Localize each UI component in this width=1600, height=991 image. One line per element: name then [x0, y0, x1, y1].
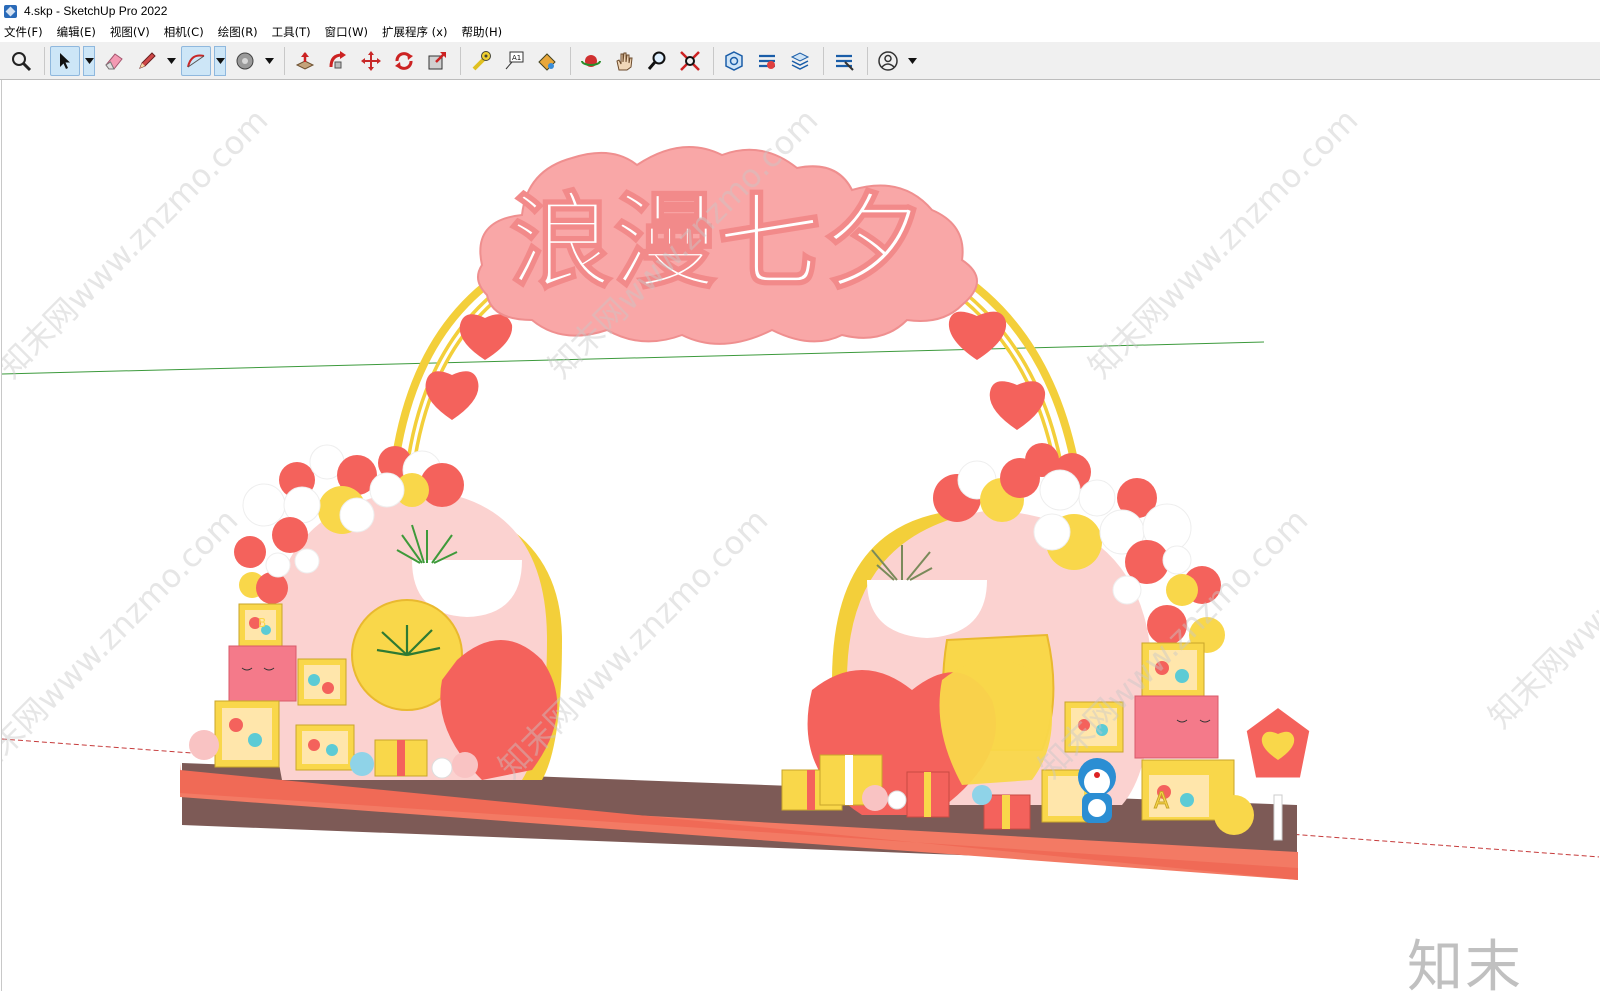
main-toolbar: A1	[0, 42, 1600, 80]
menu-draw[interactable]: 绘图(R)	[218, 24, 258, 40]
text-icon[interactable]: A1	[499, 46, 529, 76]
menu-tools[interactable]: 工具(T)	[272, 24, 311, 40]
warehouse-icon[interactable]	[719, 46, 749, 76]
follow-me-icon[interactable]	[323, 46, 353, 76]
eraser-icon[interactable]	[99, 46, 129, 76]
arc-dropdown-icon[interactable]	[214, 45, 226, 76]
select-dropdown-icon[interactable]	[83, 45, 95, 76]
menu-extensions[interactable]: 扩展程序 (x)	[382, 24, 447, 40]
green-axis-line	[2, 341, 1265, 375]
select-icon[interactable]	[50, 45, 80, 76]
toolbar-separator	[713, 46, 714, 75]
menu-view[interactable]: 视图(V)	[110, 24, 150, 40]
pencil-dropdown-icon[interactable]	[165, 46, 177, 76]
toolbar-separator	[460, 46, 461, 75]
menu-camera[interactable]: 相机(C)	[164, 24, 204, 40]
pan-icon[interactable]	[609, 46, 639, 76]
account-dropdown-icon[interactable]	[906, 46, 918, 76]
zoom-extents-icon[interactable]	[6, 46, 36, 76]
orbit-icon[interactable]	[576, 46, 606, 76]
svg-text:知末网www.znzmo.com: 知末网www.znzmo.com	[2, 101, 275, 386]
title-bar: 4.skp - SketchUp Pro 2022	[0, 0, 1600, 22]
sketchup-app-icon	[4, 4, 17, 18]
move-icon[interactable]	[356, 46, 386, 76]
box-letter: B	[258, 616, 266, 630]
window-title: 4.skp - SketchUp Pro 2022	[24, 4, 168, 18]
pencil-icon[interactable]	[132, 46, 162, 76]
scale-icon[interactable]	[422, 46, 452, 76]
menu-help[interactable]: 帮助(H)	[461, 24, 502, 40]
toolbar-separator	[44, 46, 45, 75]
style-builder-icon[interactable]	[829, 46, 859, 76]
svg-text:A1: A1	[512, 54, 521, 62]
zoom-window-icon[interactable]	[675, 46, 705, 76]
zoom-icon[interactable]	[642, 46, 672, 76]
menu-edit[interactable]: 编辑(E)	[57, 24, 96, 40]
toolbar-separator	[867, 46, 868, 75]
account-icon[interactable]	[873, 46, 903, 76]
box-letter: A	[1154, 789, 1169, 814]
tape-measure-icon[interactable]	[466, 46, 496, 76]
rotate-icon[interactable]	[389, 46, 419, 76]
toolbar-separator	[823, 46, 824, 75]
doraemon-figure	[1078, 758, 1116, 823]
extension-warehouse-icon[interactable]	[752, 46, 782, 76]
paint-icon[interactable]	[532, 46, 562, 76]
layout-icon[interactable]	[785, 46, 815, 76]
menu-file[interactable]: 文件(F)	[4, 24, 43, 40]
svg-text:知末网www.znzmo.com: 知末网www.znzmo.com	[1481, 451, 1599, 736]
menu-window[interactable]: 窗口(W)	[325, 24, 368, 40]
arc-icon[interactable]	[181, 45, 211, 76]
menu-bar: 文件(F) 编辑(E) 视图(V) 相机(C) 绘图(R) 工具(T) 窗口(W…	[0, 22, 1600, 42]
paint-bucket-icon[interactable]	[230, 46, 260, 76]
watermark-logo: 知末	[1407, 935, 1523, 991]
model-viewport[interactable]: 浪漫七夕 B A 知末网www.znzmo.com 知末网www.znzmo.c…	[1, 80, 1599, 991]
paint-dropdown-icon[interactable]	[263, 46, 275, 76]
toolbar-separator	[570, 46, 571, 75]
toolbar-separator	[284, 46, 285, 75]
push-pull-icon[interactable]	[290, 46, 320, 76]
arch-model-scene: 浪漫七夕 B A 知末网www.znzmo.com 知末网www.znzmo.c…	[2, 101, 1599, 880]
